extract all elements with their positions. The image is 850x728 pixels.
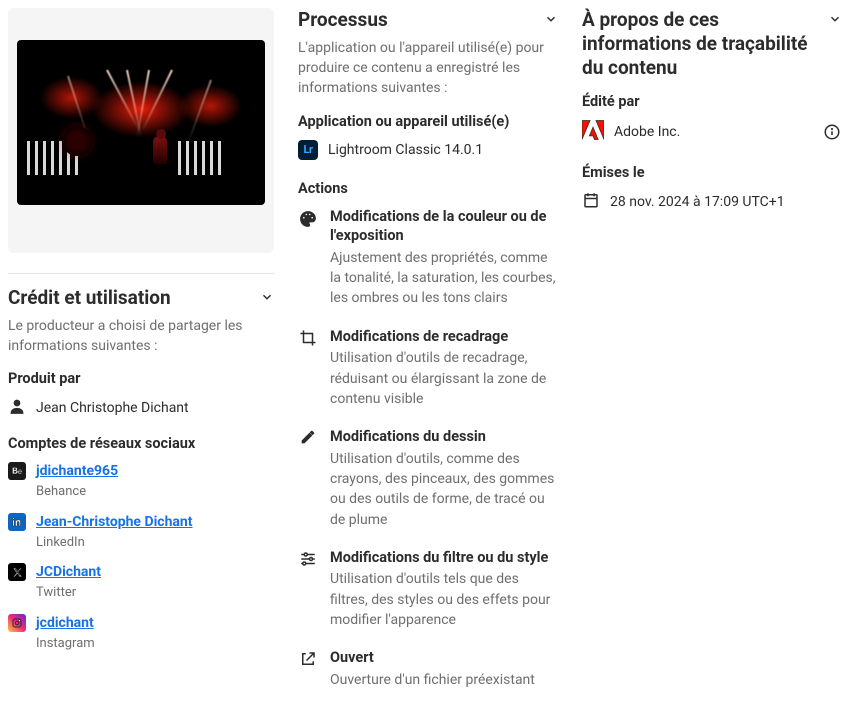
chevron-down-icon xyxy=(260,290,274,308)
image-preview-card xyxy=(8,8,274,253)
image-preview xyxy=(17,40,265,205)
divider xyxy=(8,273,274,274)
edited-by-label: Édité par xyxy=(582,93,842,110)
process-subtext: L'application ou l'appareil utilisé(e) p… xyxy=(298,38,558,99)
app-used-label: Application ou appareil utilisé(e) xyxy=(298,113,558,130)
action-desc: Utilisation d'outils tels que des filtre… xyxy=(330,569,558,630)
app-name: Lightroom Classic 14.0.1 xyxy=(328,142,483,158)
lightroom-icon: Lr xyxy=(298,140,318,160)
linkedin-icon xyxy=(8,513,26,531)
social-platform: Twitter xyxy=(36,584,101,602)
chevron-down-icon xyxy=(544,12,558,30)
social-platform: LinkedIn xyxy=(36,534,193,552)
adobe-icon xyxy=(582,120,604,144)
action-desc: Ouverture d'un fichier préexistant xyxy=(330,670,535,690)
social-link[interactable]: JCDichant xyxy=(36,563,101,582)
action-item-filter: Modifications du filtre ou du style Util… xyxy=(298,548,558,630)
action-title: Modifications du filtre ou du style xyxy=(330,548,558,568)
edited-by-value: Adobe Inc. xyxy=(614,124,680,140)
action-desc: Utilisation d'outils, comme des crayons,… xyxy=(330,449,558,530)
issued-on-label: Émises le xyxy=(582,164,842,181)
action-title: Ouvert xyxy=(330,648,535,668)
social-accounts-label: Comptes de réseaux sociaux xyxy=(8,435,274,452)
credit-section-header[interactable]: Crédit et utilisation xyxy=(8,286,274,310)
person-icon xyxy=(8,397,26,419)
action-item-color: Modifications de la couleur ou de l'expo… xyxy=(298,207,558,309)
produced-by-value: Jean Christophe Dichant xyxy=(36,400,189,416)
action-title: Modifications du dessin xyxy=(330,427,558,447)
info-icon[interactable] xyxy=(822,122,842,142)
about-heading: À propos de ces informations de traçabil… xyxy=(582,8,820,79)
process-section-header[interactable]: Processus xyxy=(298,8,558,32)
social-link[interactable]: jdichante965 xyxy=(36,462,118,481)
sliders-icon xyxy=(298,548,318,568)
palette-icon xyxy=(298,207,318,229)
action-desc: Utilisation d'outils de recadrage, rédui… xyxy=(330,348,558,409)
issued-on-row: 28 nov. 2024 à 17:09 UTC+1 xyxy=(582,191,842,213)
action-title: Modifications de recadrage xyxy=(330,327,558,347)
social-link[interactable]: jcdichant xyxy=(36,614,95,633)
credit-heading: Crédit et utilisation xyxy=(8,286,171,310)
social-platform: Instagram xyxy=(36,635,95,653)
produced-by-row: Jean Christophe Dichant xyxy=(8,397,274,419)
action-item-drawing: Modifications du dessin Utilisation d'ou… xyxy=(298,427,558,530)
issued-on-value: 28 nov. 2024 à 17:09 UTC+1 xyxy=(610,194,785,210)
pencil-icon xyxy=(298,427,318,445)
action-item-crop: Modifications de recadrage Utilisation d… xyxy=(298,327,558,409)
open-in-icon xyxy=(298,648,318,668)
actions-label: Actions xyxy=(298,180,558,197)
action-item-open: Ouvert Ouverture d'un fichier préexistan… xyxy=(298,648,558,690)
calendar-icon xyxy=(582,191,600,213)
social-item-linkedin: Jean-Christophe Dichant LinkedIn xyxy=(8,513,274,551)
action-title: Modifications de la couleur ou de l'expo… xyxy=(330,207,558,246)
crop-icon xyxy=(298,327,318,347)
about-section-header[interactable]: À propos de ces informations de traçabil… xyxy=(582,8,842,79)
produced-by-label: Produit par xyxy=(8,370,274,387)
social-link[interactable]: Jean-Christophe Dichant xyxy=(36,513,193,532)
app-row: Lr Lightroom Classic 14.0.1 xyxy=(298,140,558,160)
behance-icon xyxy=(8,462,26,480)
social-item-behance: jdichante965 Behance xyxy=(8,462,274,500)
social-platform: Behance xyxy=(36,483,118,501)
edited-by-row: Adobe Inc. xyxy=(582,120,842,144)
social-item-twitter: JCDichant Twitter xyxy=(8,563,274,601)
instagram-icon xyxy=(8,614,26,632)
chevron-down-icon xyxy=(828,12,842,30)
process-heading: Processus xyxy=(298,8,388,32)
social-item-instagram: jcdichant Instagram xyxy=(8,614,274,652)
action-desc: Ajustement des propriétés, comme la tona… xyxy=(330,248,558,309)
twitter-x-icon xyxy=(8,563,26,581)
credit-subtext: Le producteur a choisi de partager les i… xyxy=(8,316,274,357)
